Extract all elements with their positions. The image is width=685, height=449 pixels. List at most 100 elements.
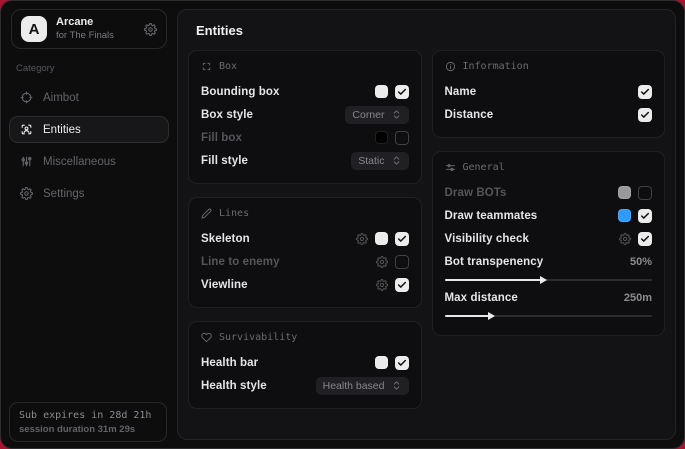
panel-title: General	[463, 162, 505, 173]
panel-survivability: SurvivabilityHealth barHealth styleHealt…	[188, 321, 422, 409]
panel-columns: Box Bounding box Box style Corner Fill box Fi…	[188, 50, 665, 409]
skeleton-checkbox[interactable]	[395, 232, 409, 246]
panel-box: Box Bounding box Box style Corner Fill box Fi…	[188, 50, 422, 184]
fill-box-controls	[375, 131, 409, 145]
right-column: Information Name Distance General Draw BOTs D…	[432, 50, 666, 336]
box-style-label: Box style	[201, 109, 253, 121]
sidebar-nav: Aimbot Entities Miscellaneous Settings	[9, 84, 169, 207]
brand-card: A Arcane for The Finals	[11, 9, 167, 49]
bounding-box-color-swatch[interactable]	[375, 85, 388, 98]
bounding-box-controls	[375, 85, 409, 99]
line-to-enemy-gear-icon[interactable]	[376, 256, 388, 268]
fill-box-checkbox[interactable]	[395, 131, 409, 145]
category-label: Category	[16, 63, 162, 74]
visibility-check-checkbox[interactable]	[638, 232, 652, 246]
draw-bots-label: Draw BOTs	[445, 187, 507, 199]
panel-title: Box	[219, 61, 237, 72]
fill-style-controls: Static	[351, 152, 408, 170]
line-to-enemy-label: Line to enemy	[201, 256, 280, 268]
sidebar-item-label: Settings	[43, 188, 85, 200]
fill-style-label: Fill style	[201, 155, 248, 167]
bot-transpenency-slider-thumb[interactable]	[540, 276, 547, 284]
box-row-fill-style: Fill style Static	[201, 150, 409, 171]
survivability-row-health-style: Health styleHealth based	[201, 375, 409, 396]
box-style-dropdown[interactable]: Corner	[345, 106, 408, 124]
bot-transpenency-slider-fill	[445, 279, 543, 281]
page-title: Entities	[196, 23, 665, 38]
max-distance-slider[interactable]	[445, 315, 653, 317]
sidebar-item-settings[interactable]: Settings	[9, 180, 169, 207]
distance-checkbox[interactable]	[638, 108, 652, 122]
line-to-enemy-checkbox[interactable]	[395, 255, 409, 269]
brand-subtitle: for The Finals	[56, 30, 114, 42]
sliders-horizontal-icon	[445, 162, 456, 173]
health-bar-checkbox[interactable]	[395, 356, 409, 370]
app-window: A Arcane for The Finals Category Aimbot E…	[0, 0, 685, 449]
name-controls	[638, 85, 652, 99]
information-row-distance: Distance	[445, 104, 653, 125]
sidebar-item-label: Entities	[43, 124, 81, 136]
viewline-checkbox[interactable]	[395, 278, 409, 292]
pencil-icon	[201, 208, 212, 219]
lines-row-skeleton: Skeleton	[201, 228, 409, 249]
brand-name: Arcane	[56, 16, 114, 30]
draw-bots-color-swatch[interactable]	[618, 186, 631, 199]
box-corners-icon	[201, 61, 212, 72]
fill-box-color-swatch[interactable]	[375, 131, 388, 144]
health-style-dropdown[interactable]: Health based	[316, 377, 409, 395]
panel-lines-header: Lines	[201, 208, 409, 219]
draw-teammates-checkbox[interactable]	[638, 209, 652, 223]
max-distance-slider-thumb[interactable]	[488, 312, 495, 320]
max-distance-slider-fill	[445, 315, 491, 317]
general-row-bot-transpenency: Bot transpenency 50%	[445, 251, 653, 272]
chevrons-up-down-icon	[391, 155, 402, 166]
panel-title: Information	[463, 61, 529, 72]
viewline-controls	[376, 278, 409, 292]
information-row-name: Name	[445, 81, 653, 102]
panel-information: Information Name Distance	[432, 50, 666, 138]
brand-gear-slot[interactable]	[144, 23, 157, 36]
bot-transpenency-slider[interactable]	[445, 279, 653, 281]
box-style-dropdown-value: Corner	[352, 109, 384, 121]
general-row-visibility-check: Visibility check	[445, 228, 653, 249]
sidebar-item-miscellaneous[interactable]: Miscellaneous	[9, 148, 169, 175]
skeleton-controls	[356, 232, 409, 246]
skeleton-gear-icon[interactable]	[356, 233, 368, 245]
draw-bots-checkbox[interactable]	[638, 186, 652, 200]
fill-box-label: Fill box	[201, 132, 242, 144]
fill-style-dropdown[interactable]: Static	[351, 152, 408, 170]
visibility-check-controls	[619, 232, 652, 246]
sidebar-item-aimbot[interactable]: Aimbot	[9, 84, 169, 111]
main-content: Entities Box Bounding box Box style Corner F…	[177, 9, 676, 440]
general-row-draw-teammates: Draw teammates	[445, 205, 653, 226]
viewline-label: Viewline	[201, 279, 248, 291]
bot-transpenency-controls: 50%	[630, 256, 652, 268]
sidebar: A Arcane for The Finals Category Aimbot E…	[1, 1, 177, 448]
draw-teammates-label: Draw teammates	[445, 210, 538, 222]
name-checkbox[interactable]	[638, 85, 652, 99]
health-style-dropdown-value: Health based	[323, 380, 385, 392]
visibility-check-label: Visibility check	[445, 233, 530, 245]
health-bar-controls	[375, 356, 409, 370]
distance-label: Distance	[445, 109, 494, 121]
survivability-row-health-bar: Health bar	[201, 352, 409, 373]
viewline-gear-icon[interactable]	[376, 279, 388, 291]
sidebar-item-label: Miscellaneous	[43, 156, 116, 168]
distance-controls	[638, 108, 652, 122]
general-row-draw-bots: Draw BOTs	[445, 182, 653, 203]
draw-teammates-color-swatch[interactable]	[618, 209, 631, 222]
panel-title: Lines	[219, 208, 249, 219]
box-row-bounding-box: Bounding box	[201, 81, 409, 102]
skeleton-color-swatch[interactable]	[375, 232, 388, 245]
gear-icon	[144, 23, 157, 36]
health-bar-color-swatch[interactable]	[375, 356, 388, 369]
bot-transpenency-label: Bot transpenency	[445, 256, 544, 268]
brand-text: Arcane for The Finals	[56, 16, 114, 42]
bounding-box-checkbox[interactable]	[395, 85, 409, 99]
sidebar-item-entities[interactable]: Entities	[9, 116, 169, 143]
visibility-check-gear-icon[interactable]	[619, 233, 631, 245]
panel-general: General Draw BOTs Draw teammates Visibility…	[432, 151, 666, 336]
health-style-controls: Health based	[316, 377, 409, 395]
health-bar-label: Health bar	[201, 357, 258, 369]
general-row-max-distance: Max distance250m	[445, 287, 653, 308]
